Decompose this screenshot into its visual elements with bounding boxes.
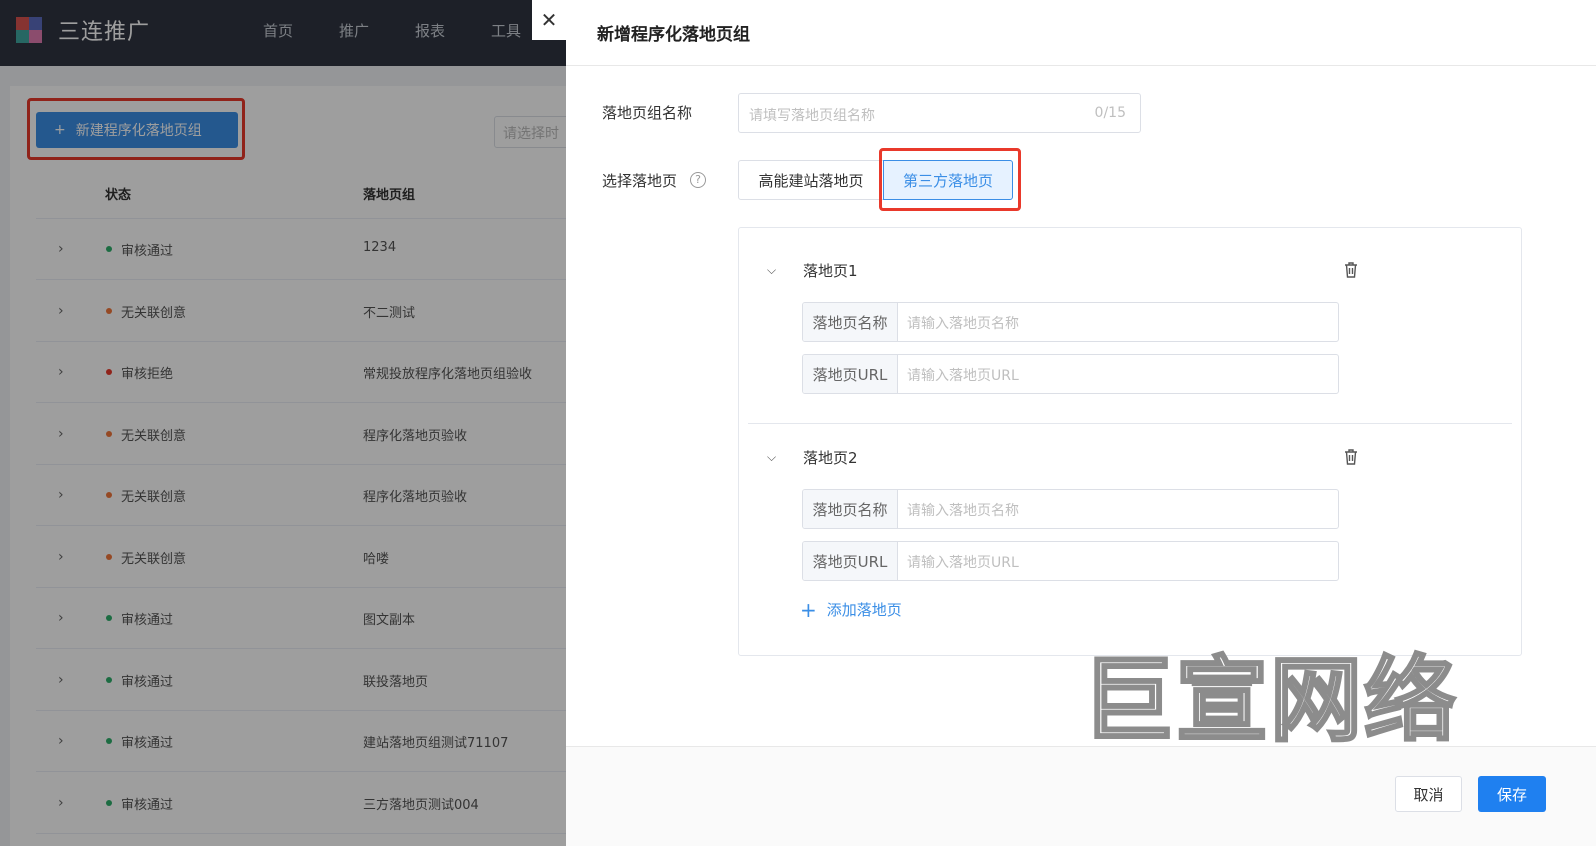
group-name-label: 落地页组名称 [602,104,693,122]
group-name-counter: 0/15 [1094,105,1126,121]
landing-page-2-name-placeholder: 请输入落地页名称 [907,503,1019,519]
landing-page-2-title: 落地页2 [803,449,858,467]
landing-page-1-title: 落地页1 [803,262,858,280]
select-landing-label: 选择落地页 [602,172,678,190]
plus-icon: + [800,597,817,622]
save-button[interactable]: 保存 [1478,776,1546,812]
landing-page-2-url-field[interactable]: 落地页URL 请输入落地页URL [802,541,1339,581]
option-site-builder[interactable]: 高能建站落地页 [738,160,884,200]
landing-page-2-url-addon: 落地页URL [803,542,898,580]
landing-page-2-name-field[interactable]: 落地页名称 请输入落地页名称 [802,489,1339,529]
chevron-down-icon[interactable]: ⌵ [767,263,776,278]
drawer-header-divider [566,65,1596,66]
drawer-title: 新增程序化落地页组 [597,25,750,45]
landing-page-1-url-addon: 落地页URL [803,355,898,393]
group-name-input[interactable]: 请填写落地页组名称 0/15 [738,93,1141,133]
add-landing-page-label: 添加落地页 [826,601,902,619]
add-landing-page-button[interactable]: + 添加落地页 [800,599,902,620]
help-icon[interactable]: ? [690,172,706,188]
modal-overlay[interactable] [0,0,580,846]
watermark: 巨宣网络 [1080,647,1459,754]
highlight-box-third-party [879,148,1021,211]
trash-icon[interactable] [1344,262,1358,278]
group-name-placeholder: 请填写落地页组名称 [749,108,875,124]
landing-page-1-name-field[interactable]: 落地页名称 请输入落地页名称 [802,302,1339,342]
landing-page-1-name-addon: 落地页名称 [803,303,898,341]
trash-icon[interactable] [1344,449,1358,465]
landing-pages-panel [738,227,1522,656]
landing-page-1-url-placeholder: 请输入落地页URL [907,368,1019,384]
landing-page-divider [748,423,1512,424]
landing-page-2-url-placeholder: 请输入落地页URL [907,555,1019,571]
chevron-down-icon[interactable]: ⌵ [767,450,776,465]
landing-page-1-name-placeholder: 请输入落地页名称 [907,316,1019,332]
landing-page-1-url-field[interactable]: 落地页URL 请输入落地页URL [802,354,1339,394]
landing-page-2-name-addon: 落地页名称 [803,490,898,528]
cancel-button[interactable]: 取消 [1395,776,1462,812]
close-icon[interactable]: ✕ [532,0,566,40]
